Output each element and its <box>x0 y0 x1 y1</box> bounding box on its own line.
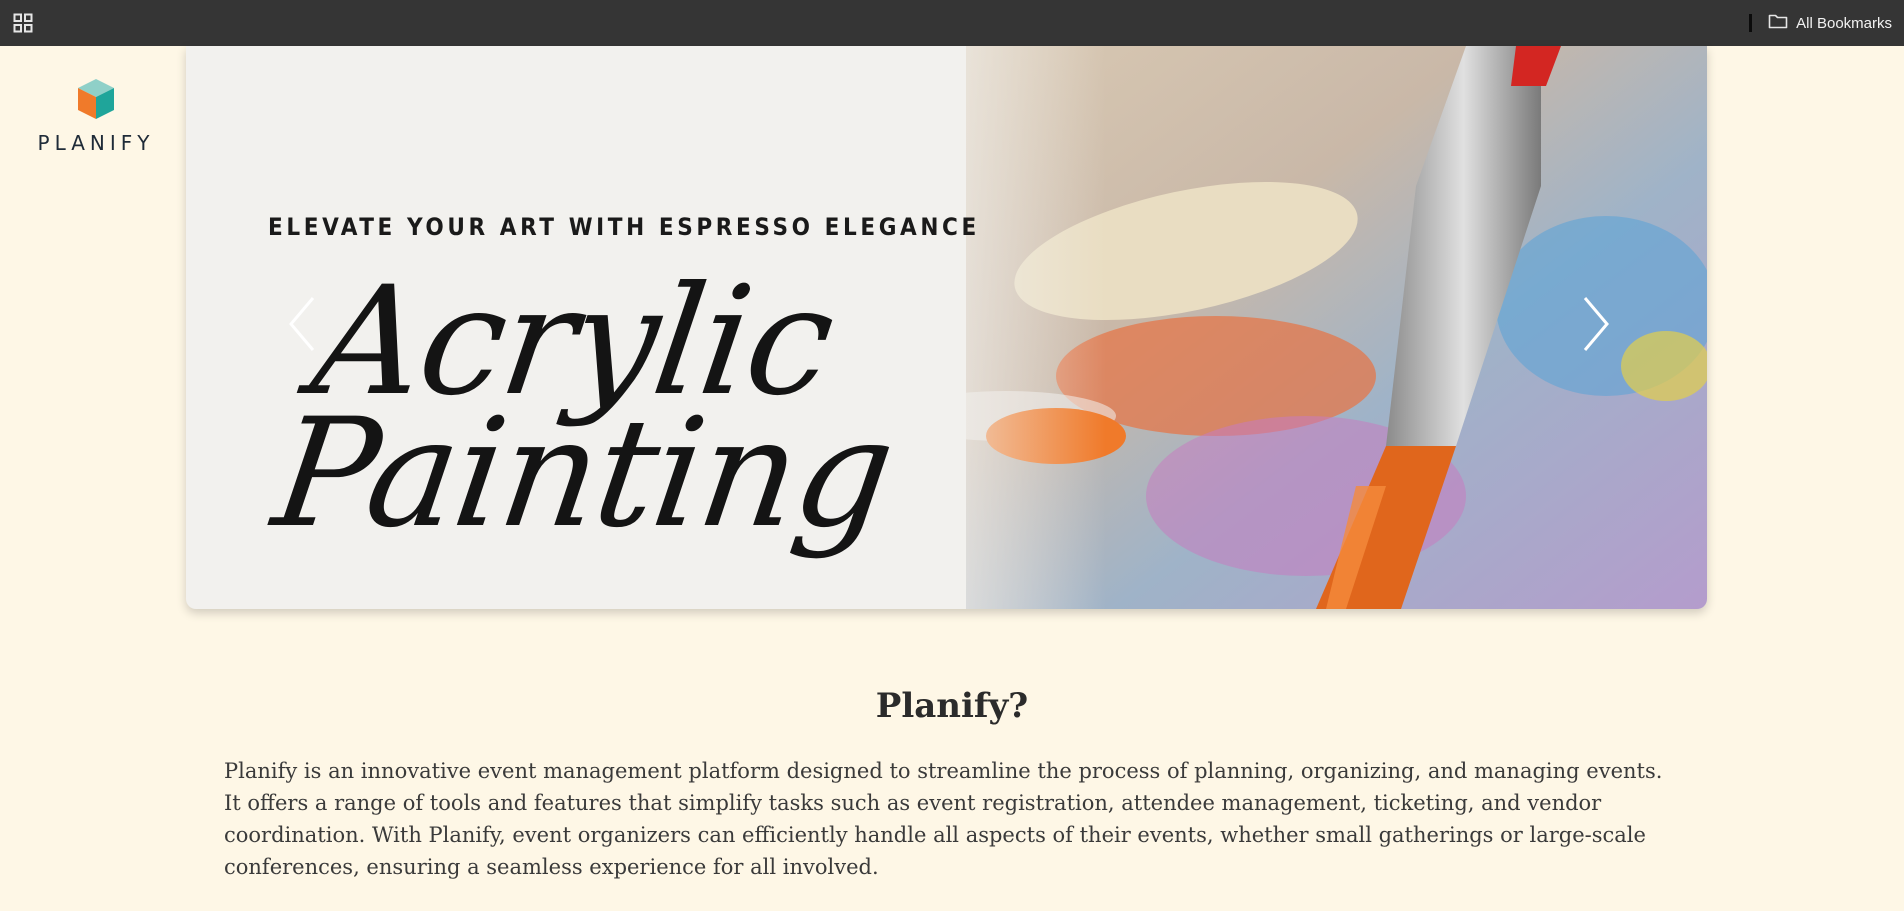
all-bookmarks-label: All Bookmarks <box>1796 14 1892 32</box>
cube-logo-icon <box>76 79 116 125</box>
bookmarks-separator <box>1749 14 1753 32</box>
folder-icon <box>1768 13 1788 33</box>
brand-logo[interactable]: PLANIFY <box>36 77 156 155</box>
carousel-next-button[interactable] <box>1576 296 1616 356</box>
slide-tagline: ELEVATE YOUR ART WITH ESPRESSO ELEGANCE <box>268 213 980 241</box>
slide-title-line-2: Painting <box>264 387 903 561</box>
chevron-right-icon <box>1581 296 1611 356</box>
carousel-prev-button[interactable] <box>282 296 322 356</box>
slide-title: Acrylic Painting <box>264 255 917 561</box>
apps-grid-icon[interactable] <box>12 12 34 34</box>
about-body: Planify is an innovative event managemen… <box>224 759 1663 879</box>
bookmarks-bar: All Bookmarks <box>0 0 1904 46</box>
all-bookmarks-button[interactable]: All Bookmarks <box>1768 13 1892 33</box>
chevron-left-icon <box>287 296 317 356</box>
hero-carousel[interactable]: ELEVATE YOUR ART WITH ESPRESSO ELEGANCE … <box>186 46 1707 609</box>
about-title: Planify? <box>875 686 1029 726</box>
brand-name: PLANIFY <box>37 131 155 155</box>
